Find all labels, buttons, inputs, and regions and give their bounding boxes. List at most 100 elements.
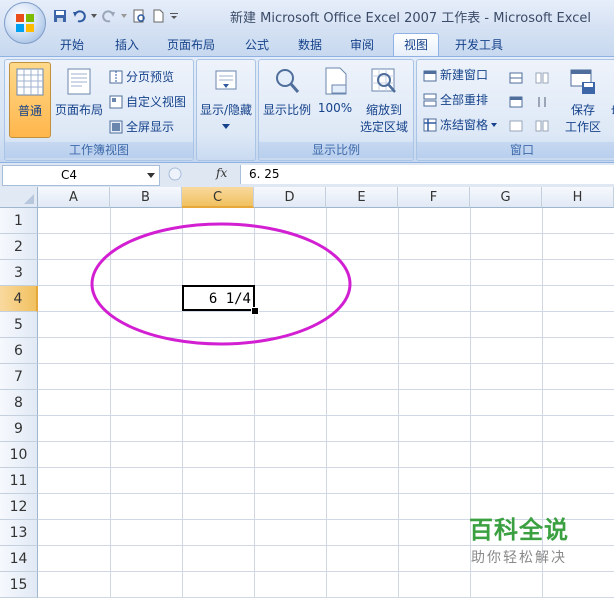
save-workspace-button[interactable]: 保存 工作区 <box>563 62 603 136</box>
tab-formulas[interactable]: 公式 <box>235 35 279 56</box>
formula-input[interactable]: 6. 25 <box>240 165 614 184</box>
zoom-100-icon <box>325 67 347 95</box>
group-window: 新建窗口 全部重排 冻结窗格 保存 工作区 窗口 <box>416 59 614 161</box>
title-bar: 新建 Microsoft Office Excel 2007 工作表 - Mic… <box>0 0 614 44</box>
column-header-h[interactable]: H <box>542 187 614 208</box>
arrange-all-icon <box>423 93 437 107</box>
group-label-zoom: 显示比例 <box>259 142 413 158</box>
tab-review[interactable]: 审阅 <box>340 35 384 56</box>
formula-bar-controls: fx <box>162 165 236 184</box>
arrange-all-label: 全部重排 <box>440 93 489 107</box>
redo-icon[interactable] <box>101 8 117 24</box>
hide-window-button[interactable] <box>509 92 523 112</box>
group-label-window: 窗口 <box>417 142 614 158</box>
column-header-e[interactable]: E <box>326 187 398 208</box>
page-layout-view-button[interactable]: 页面布局 <box>53 62 105 136</box>
group-label-workbook-views: 工作簿视图 <box>5 142 193 158</box>
watermark-title: 百科全说 <box>469 516 569 544</box>
save-icon[interactable] <box>52 8 68 24</box>
custom-views-button[interactable]: 自定义视图 <box>109 92 186 112</box>
select-all-corner[interactable] <box>0 187 38 208</box>
page-layout-icon <box>67 68 91 95</box>
row-header-6[interactable]: 6 <box>0 338 38 364</box>
row-header-7[interactable]: 7 <box>0 364 38 390</box>
tab-home[interactable]: 开始 <box>50 35 94 56</box>
new-window-icon <box>423 68 437 82</box>
switch-windows-button[interactable]: 切 <box>607 102 614 119</box>
undo-dropdown-icon[interactable] <box>90 8 98 24</box>
column-header-c[interactable]: C <box>182 187 254 208</box>
magnifier-icon <box>276 69 300 93</box>
new-document-icon[interactable] <box>150 8 166 24</box>
view-side-by-side-button[interactable] <box>535 68 549 88</box>
split-button[interactable] <box>509 68 523 88</box>
page-break-label: 分页预览 <box>126 70 175 84</box>
freeze-panes-button[interactable]: 冻结窗格 <box>423 115 498 135</box>
page-break-preview-button[interactable]: 分页预览 <box>109 67 174 87</box>
ribbon-tabs: 开始 插入 页面布局 公式 数据 审阅 视图 开发工具 <box>0 31 614 57</box>
tab-view[interactable]: 视图 <box>393 33 439 57</box>
tab-page-layout[interactable]: 页面布局 <box>158 35 224 56</box>
customize-qat-icon[interactable] <box>169 8 179 24</box>
zoom-to-selection-button[interactable]: 缩放到 选定区域 <box>357 62 411 136</box>
column-header-a[interactable]: A <box>38 187 110 208</box>
tab-insert[interactable]: 插入 <box>105 35 149 56</box>
show-hide-label: 显示/隐藏 <box>199 103 253 117</box>
column-header-g[interactable]: G <box>470 187 542 208</box>
row-header-8[interactable]: 8 <box>0 390 38 416</box>
annotation-ellipse <box>90 222 352 346</box>
hide-window-icon <box>509 95 523 109</box>
show-hide-dropdown-icon <box>222 124 230 129</box>
row-header-3[interactable]: 3 <box>0 260 38 286</box>
redo-dropdown-icon[interactable] <box>120 8 128 24</box>
zoom-button[interactable]: 显示比例 <box>261 62 313 136</box>
row-header-10[interactable]: 10 <box>0 442 38 468</box>
row-header-14[interactable]: 14 <box>0 546 38 572</box>
save-workspace-label-line2: 工作区 <box>564 120 601 134</box>
undo-icon[interactable] <box>71 8 87 24</box>
name-box[interactable]: C4 <box>2 165 160 186</box>
row-header-5[interactable]: 5 <box>0 312 38 338</box>
row-header-1[interactable]: 1 <box>0 208 38 234</box>
full-screen-button[interactable]: 全屏显示 <box>109 117 174 137</box>
watermark: 百科全说 助你轻松解决 <box>444 510 594 576</box>
row-header-12[interactable]: 12 <box>0 494 38 520</box>
print-preview-icon[interactable] <box>131 8 147 24</box>
office-button[interactable] <box>4 2 46 44</box>
new-window-button[interactable]: 新建窗口 <box>423 65 488 85</box>
unhide-window-icon <box>509 119 523 133</box>
column-header-d[interactable]: D <box>254 187 326 208</box>
arrange-all-button[interactable]: 全部重排 <box>423 90 488 110</box>
tab-developer[interactable]: 开发工具 <box>446 35 512 56</box>
insert-function-button[interactable]: fx <box>216 166 227 180</box>
name-box-dropdown-icon[interactable] <box>147 173 155 178</box>
side-by-side-icon <box>535 71 549 85</box>
row-header-15[interactable]: 15 <box>0 572 38 598</box>
group-workbook-views: 普通 页面布局 分页预览 自定义视图 全屏显示 工作簿视图 <box>4 59 194 161</box>
reset-window-position-button[interactable] <box>535 116 549 136</box>
zoom-100-label: 100% <box>317 101 353 115</box>
unhide-window-button[interactable] <box>509 116 523 136</box>
reset-window-icon <box>535 119 549 133</box>
zoom-100-button[interactable]: 100% <box>315 62 355 136</box>
quick-access-toolbar <box>52 6 179 26</box>
row-header-13[interactable]: 13 <box>0 520 38 546</box>
normal-view-icon <box>16 68 44 96</box>
synchronous-scrolling-button[interactable] <box>535 92 549 112</box>
custom-views-icon <box>109 95 123 109</box>
row-header-2[interactable]: 2 <box>0 234 38 260</box>
row-header-11[interactable]: 11 <box>0 468 38 494</box>
show-hide-button[interactable]: 显示/隐藏 <box>199 62 253 136</box>
zoom-selection-icon <box>371 68 396 93</box>
name-box-value: C4 <box>61 168 78 182</box>
grid-line <box>38 389 614 390</box>
row-header-9[interactable]: 9 <box>0 416 38 442</box>
row-header-4[interactable]: 4 <box>0 286 38 312</box>
normal-view-button[interactable]: 普通 <box>9 62 51 138</box>
office-logo-icon <box>16 14 34 32</box>
full-screen-label: 全屏显示 <box>126 120 175 134</box>
column-header-b[interactable]: B <box>110 187 182 208</box>
tab-data[interactable]: 数据 <box>288 35 332 56</box>
column-header-f[interactable]: F <box>398 187 470 208</box>
grid-line <box>38 363 614 364</box>
